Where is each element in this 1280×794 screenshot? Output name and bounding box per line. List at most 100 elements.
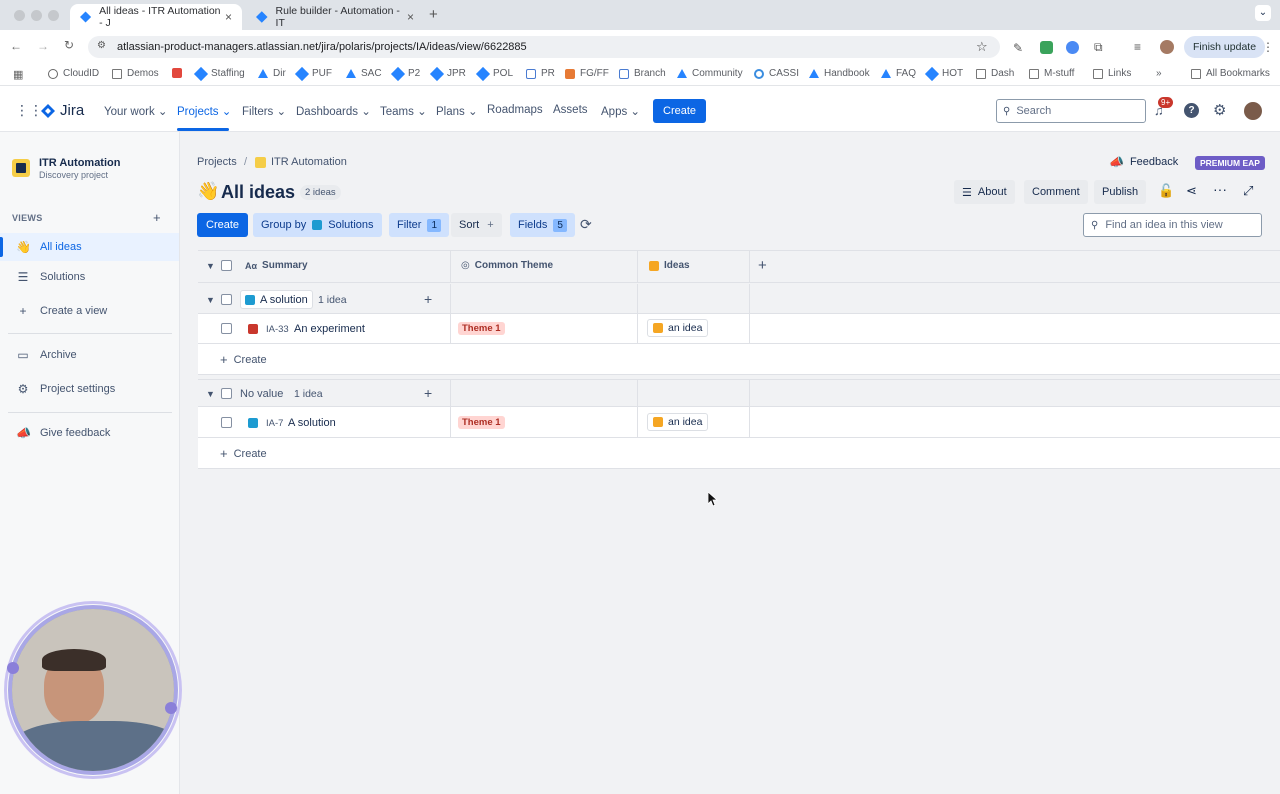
webcam-handle-dot[interactable] [165,702,177,714]
sort-button[interactable]: Sort + [451,213,502,237]
media-icon[interactable]: ≡ [1134,40,1141,54]
bookmark-jpr[interactable]: JPR [429,66,466,81]
autosave-sync-icon[interactable]: ⟳ [580,216,592,233]
add-to-group-icon[interactable]: + [424,291,432,307]
user-avatar[interactable] [1244,102,1262,120]
column-header-summary[interactable]: Aα Summary [245,260,308,271]
bookmarks-overflow-icon[interactable]: » [1156,68,1162,79]
comment-button[interactable]: Comment [1024,180,1088,204]
bookmark-heart[interactable] [172,68,187,78]
tab-list-chevron-icon[interactable]: ⌄ [1255,5,1271,21]
group-checkbox[interactable] [221,388,232,399]
group-create-button[interactable]: + Create [220,352,267,367]
global-search-input[interactable]: ⚲ Search [996,99,1146,123]
sidebar-item-all-ideas[interactable]: 👋 All ideas [0,233,179,261]
nav-plans[interactable]: Plans ⌄ [436,104,478,118]
nav-dashboards[interactable]: Dashboards ⌄ [296,104,371,118]
window-close-dot[interactable] [14,10,25,21]
issue-key[interactable]: IA-7 [266,418,283,429]
bookmark-staffing[interactable]: Staffing [193,66,245,81]
column-header-common-theme[interactable]: ◎ Common Theme [461,260,553,271]
add-view-icon[interactable]: + [153,210,161,225]
bookmark-demos[interactable]: Demos [112,68,159,79]
group-by-button[interactable]: Group by Solutions [253,213,382,237]
nav-apps[interactable]: Apps ⌄ [601,104,640,118]
window-zoom-dot[interactable] [48,10,59,21]
nav-roadmaps[interactable]: Roadmaps [487,104,543,116]
column-header-ideas[interactable]: Ideas [649,260,690,271]
bookmark-pr[interactable]: PR [526,68,555,79]
add-column-icon[interactable]: + [758,257,767,274]
close-tab-icon[interactable]: × [407,10,414,24]
browser-menu-icon[interactable]: ⋮ [1262,40,1274,54]
sidebar-item-give-feedback[interactable]: 📣 Give feedback [0,419,179,447]
nav-projects[interactable]: Projects ⌄ [177,104,231,118]
group-create-button[interactable]: + Create [220,446,267,461]
group-collapse-chevron-icon[interactable]: ▼ [206,389,215,399]
share-icon[interactable]: ⋖ [1186,183,1197,199]
bookmark-hot[interactable]: HOT [924,66,963,81]
create-idea-button[interactable]: Create [197,213,249,237]
all-bookmarks[interactable]: All Bookmarks [1191,68,1270,79]
webcam-handle-dot[interactable] [7,662,19,674]
browser-tab-all-ideas[interactable]: All ideas - ITR Automation - J × [70,4,242,30]
group-checkbox[interactable] [221,294,232,305]
bookmark-m-stuff[interactable]: M-stuff [1029,68,1074,79]
issue-summary[interactable]: An experiment [294,323,365,335]
table-row[interactable] [198,407,1280,438]
collapse-all-chevron-icon[interactable]: ▼ [206,261,215,271]
issue-key[interactable]: IA-33 [266,324,289,335]
address-bar[interactable]: ⚙ atlassian-product-managers.atlassian.n… [88,36,1000,58]
about-button[interactable]: ☰ About [954,180,1015,204]
apps-grid-icon[interactable]: ▦ [13,68,23,81]
jira-logo[interactable]: Jira [40,102,84,119]
sidebar-item-project-settings[interactable]: ⚙ Project settings [0,375,179,403]
bookmark-pol[interactable]: POL [475,66,513,81]
breadcrumb-project[interactable]: ITR Automation [271,156,347,168]
nav-create-button[interactable]: Create [653,99,707,123]
bookmark-dir[interactable]: Dir [258,68,286,79]
bookmark-links[interactable]: Links [1093,68,1131,79]
window-minimize-dot[interactable] [31,10,42,21]
linked-idea-chip[interactable]: an idea [647,319,709,337]
group-label-chip[interactable]: A solution [240,290,313,309]
nav-teams[interactable]: Teams ⌄ [380,104,427,118]
bookmark-fgff[interactable]: FG/FF [565,68,609,79]
group-collapse-chevron-icon[interactable]: ▼ [206,295,215,305]
bookmark-cloudid[interactable]: CloudID [48,68,99,79]
breadcrumb-projects[interactable]: Projects [197,156,237,168]
reload-icon[interactable]: ↻ [64,38,74,52]
app-switcher-icon[interactable]: ⋮⋮ [15,102,43,119]
issue-summary[interactable]: A solution [288,417,336,429]
close-tab-icon[interactable]: × [225,10,232,24]
bookmark-handbook[interactable]: Handbook [809,68,870,79]
wrench-icon[interactable]: ✎ [1013,41,1023,55]
bookmark-puf[interactable]: PUF [294,66,332,81]
project-name[interactable]: ITR Automation [39,157,120,169]
bookmark-p2[interactable]: P2 [390,66,420,81]
sidebar-item-archive[interactable]: ▭ Archive [0,341,179,369]
nav-assets[interactable]: Assets [553,104,588,116]
back-arrow-icon[interactable]: ← [10,39,22,53]
more-options-icon[interactable]: ··· [1213,181,1227,197]
row-checkbox[interactable] [221,323,232,334]
bookmark-branch[interactable]: Branch [619,68,666,79]
nav-filters[interactable]: Filters ⌄ [242,104,286,118]
bookmark-cassi[interactable]: CASSI [754,68,799,79]
filter-button[interactable]: Filter 1 [389,213,450,237]
new-tab-icon[interactable]: + [429,6,438,23]
browser-tab-rule-builder[interactable]: Rule builder - Automation - IT × [246,4,424,30]
browser-profile-avatar[interactable] [1160,40,1174,54]
lock-icon[interactable]: 🔓 [1158,183,1174,199]
nav-your-work[interactable]: Your work ⌄ [104,104,168,118]
bookmark-sac[interactable]: SAC [346,68,382,79]
bookmark-star-icon[interactable]: ☆ [976,39,988,55]
settings-gear-icon[interactable]: ⚙ [1213,101,1226,119]
help-icon[interactable]: ? [1184,103,1199,118]
bookmark-community[interactable]: Community [677,68,743,79]
find-idea-input[interactable]: ⚲ Find an idea in this view [1083,213,1262,237]
add-to-group-icon[interactable]: + [424,385,432,401]
publish-button[interactable]: Publish [1094,180,1147,204]
site-settings-icon[interactable]: ⚙ [97,40,106,51]
sidebar-item-solutions[interactable]: ☰ Solutions [0,263,179,291]
